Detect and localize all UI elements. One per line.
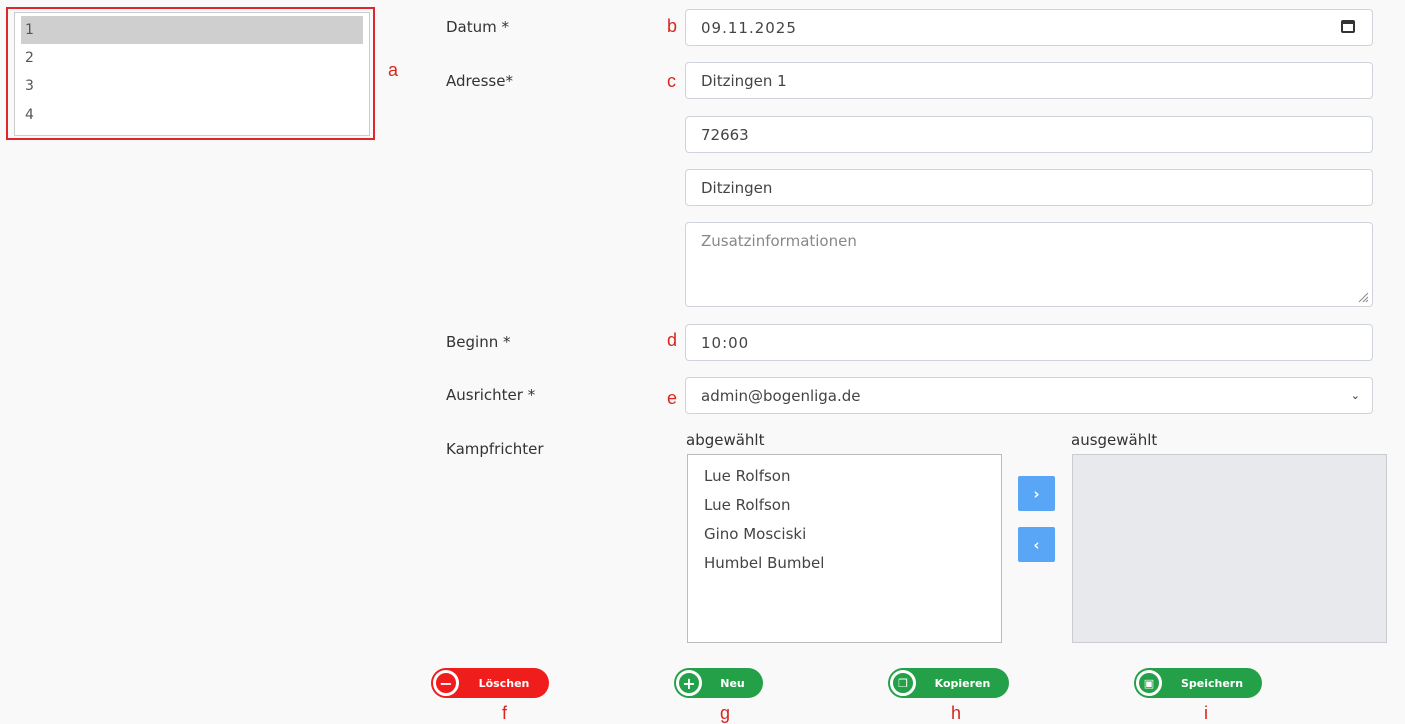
delete-label: Löschen	[478, 676, 530, 690]
resize-handle-icon[interactable]	[1357, 291, 1369, 303]
beginn-value: 10:00	[701, 333, 750, 352]
copy-label: Kopieren	[934, 676, 991, 690]
ausgewaehlt-label: ausgewählt	[1071, 431, 1158, 449]
annotation-d: d	[667, 330, 678, 350]
list-item[interactable]: Gino Mosciski	[688, 520, 1001, 549]
new-button[interactable]: + Neu	[674, 668, 763, 698]
list-item[interactable]: 3	[21, 72, 363, 100]
city-input[interactable]: Ditzingen	[685, 169, 1373, 206]
chevron-down-icon: ⌄	[1350, 389, 1360, 402]
city-value: Ditzingen	[701, 178, 773, 197]
list-item[interactable]: Lue Rolfson	[688, 491, 1001, 520]
zip-input[interactable]: 72663	[685, 116, 1373, 153]
beginn-input[interactable]: 10:00	[685, 324, 1373, 361]
datum-label: Datum *	[446, 18, 510, 36]
list-item[interactable]: Humbel Bumbel	[688, 549, 1001, 578]
list-item[interactable]: 4	[21, 101, 363, 129]
datum-input[interactable]: 09.11.2025	[685, 9, 1373, 46]
move-left-button[interactable]: ‹	[1018, 527, 1055, 562]
ausrichter-select[interactable]: admin@bogenliga.de ⌄	[685, 377, 1373, 414]
annotation-e: e	[667, 388, 678, 408]
copy-icon: ❐	[890, 670, 916, 696]
plus-icon: +	[676, 670, 702, 696]
street-value: Ditzingen 1	[701, 71, 787, 90]
minus-icon: −	[433, 670, 459, 696]
annotation-h: h	[951, 703, 962, 723]
copy-button[interactable]: ❐ Kopieren	[888, 668, 1009, 698]
annotation-i: i	[1204, 703, 1208, 723]
list-item[interactable]: 1	[21, 16, 363, 44]
zusatz-textarea[interactable]: Zusatzinformationen	[685, 222, 1373, 307]
chevron-left-icon: ‹	[1033, 535, 1040, 554]
annotation-b: b	[667, 16, 678, 36]
zip-value: 72663	[701, 125, 749, 144]
calendar-icon[interactable]	[1341, 20, 1355, 33]
street-input[interactable]: Ditzingen 1	[685, 62, 1373, 99]
kampfrichter-label: Kampfrichter	[446, 440, 544, 458]
list-item[interactable]: 2	[21, 44, 363, 72]
new-label: Neu	[720, 676, 745, 690]
spieltag-list[interactable]: 1 2 3 4	[14, 12, 370, 136]
save-button[interactable]: ▣ Speichern	[1134, 668, 1262, 698]
delete-button[interactable]: − Löschen	[431, 668, 549, 698]
zusatz-placeholder: Zusatzinformationen	[701, 232, 857, 250]
list-item[interactable]: Lue Rolfson	[688, 462, 1001, 491]
save-label: Speichern	[1180, 676, 1244, 690]
annotation-c: c	[667, 71, 676, 91]
adresse-label: Adresse*	[446, 72, 513, 90]
abgewaehlt-listbox[interactable]: Lue Rolfson Lue Rolfson Gino Mosciski Hu…	[687, 454, 1002, 643]
floppy-disk-icon: ▣	[1136, 670, 1162, 696]
abgewaehlt-label: abgewählt	[686, 431, 765, 449]
ausrichter-label: Ausrichter *	[446, 386, 536, 404]
annotation-g: g	[720, 703, 731, 723]
move-right-button[interactable]: ›	[1018, 476, 1055, 511]
datum-value: 09.11.2025	[701, 18, 797, 37]
annotation-f: f	[502, 703, 508, 723]
chevron-right-icon: ›	[1033, 484, 1040, 503]
beginn-label: Beginn *	[446, 333, 511, 351]
annotation-a: a	[388, 60, 399, 80]
ausgewaehlt-listbox[interactable]	[1072, 454, 1387, 643]
ausrichter-value: admin@bogenliga.de	[701, 386, 861, 405]
